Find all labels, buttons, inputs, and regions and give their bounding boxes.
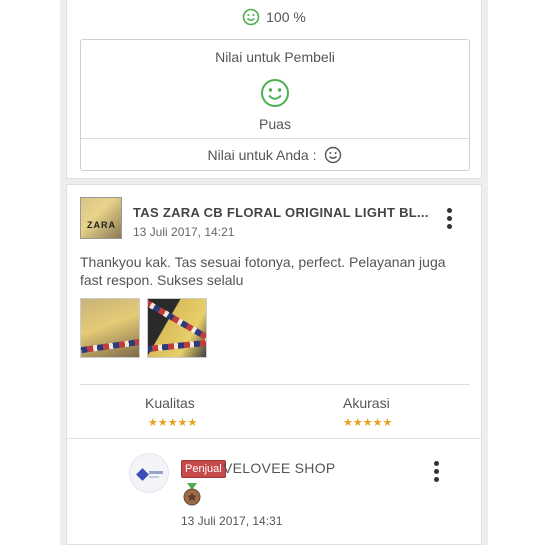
seller-name[interactable]: VELOVEE SHOP: [223, 460, 336, 476]
seller-logo: [136, 468, 149, 481]
score-label-quality: Kualitas: [145, 395, 195, 411]
rating-summary-card: 100 % Nilai untuk Pembeli Puas Nilai unt…: [66, 0, 482, 179]
buyer-rating-label: Nilai untuk Pembeli: [215, 49, 335, 65]
seller-avatar[interactable]: [129, 453, 169, 493]
review-photo[interactable]: [147, 298, 207, 358]
review-text: Thankyou kak. Tas sesuai fotonya, perfec…: [80, 254, 446, 288]
satisfaction-percent-row: 100 %: [67, 8, 481, 29]
rating-box: Nilai untuk Pembeli Puas Nilai untuk And…: [80, 39, 470, 171]
seller-badge: Penjual: [181, 460, 226, 478]
medal-icon: [183, 483, 201, 507]
review-card: ZARA TAS ZARA CB FLORAL ORIGINAL LIGHT B…: [66, 184, 482, 545]
product-thumbnail[interactable]: ZARA: [80, 197, 122, 239]
score-label-accuracy: Akurasi: [343, 395, 390, 411]
score-stars-quality: ★★★★★: [148, 417, 198, 429]
more-vert-icon[interactable]: [447, 208, 453, 232]
product-title[interactable]: TAS ZARA CB FLORAL ORIGINAL LIGHT BL...: [133, 205, 433, 220]
satisfaction-percent: 100 %: [266, 9, 306, 26]
buyer-rating-value: Puas: [259, 116, 291, 132]
review-date: 13 Juli 2017, 14:21: [133, 225, 235, 239]
divider: [80, 384, 470, 385]
score-stars-accuracy: ★★★★★: [343, 417, 393, 429]
smile-icon: [260, 78, 290, 113]
smile-icon: [324, 146, 342, 167]
reply-date: 13 Juli 2017, 14:31: [181, 514, 283, 528]
review-photo[interactable]: [80, 298, 140, 358]
divider: [67, 438, 481, 439]
more-vert-icon[interactable]: [434, 461, 440, 485]
smile-icon: [242, 8, 260, 29]
your-rating-label: Nilai untuk Anda :: [207, 147, 317, 164]
divider: [81, 138, 469, 139]
product-thumbnail-text: ZARA: [87, 220, 116, 230]
your-rating-row: Nilai untuk Anda :: [81, 146, 469, 167]
